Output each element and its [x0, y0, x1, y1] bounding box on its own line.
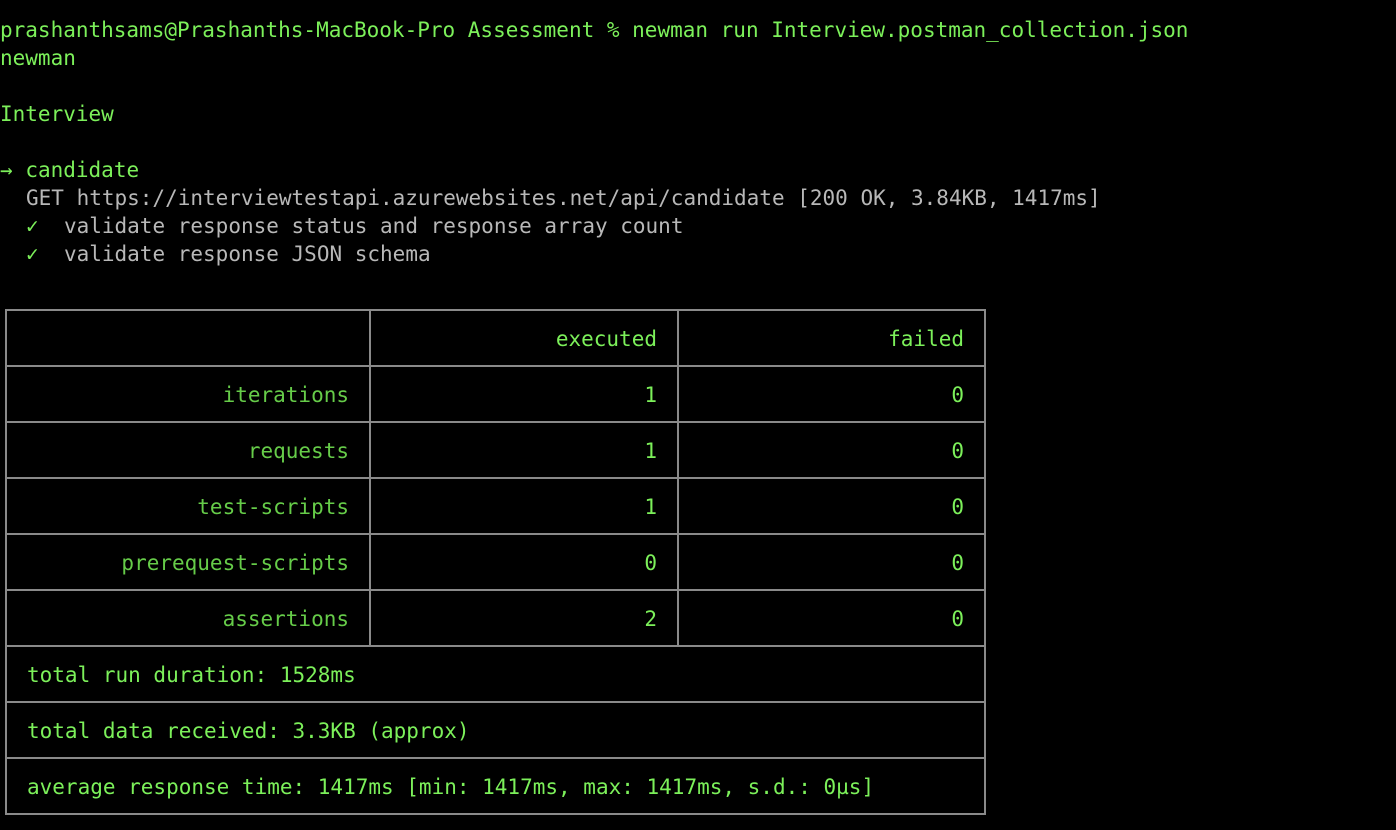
- command-prompt-line: prashanthsams@Prashanths-MacBook-Pro Ass…: [0, 18, 1189, 42]
- row-failed: 0: [677, 591, 984, 645]
- row-label: test-scripts: [197, 495, 349, 519]
- row-failed: 0: [677, 367, 984, 421]
- row-executed: 1: [369, 479, 677, 533]
- total-run-duration-row: total run duration: 1528ms: [7, 647, 984, 703]
- row-failed: 0: [677, 535, 984, 589]
- row-failed: 0: [677, 479, 984, 533]
- assertion-line: ✓ validate response JSON schema: [26, 240, 431, 268]
- row-executed: 2: [369, 591, 677, 645]
- row-label: prerequest-scripts: [121, 551, 349, 575]
- request-header-line: → candidate: [0, 156, 139, 184]
- row-label: assertions: [222, 607, 349, 631]
- total-data-received: total data received: 3.3KB (approx): [27, 719, 470, 743]
- row-failed: 0: [677, 423, 984, 477]
- tool-name-line: newman: [0, 46, 76, 70]
- assertion-text: validate response status and response ar…: [63, 214, 684, 238]
- table-row: requests 1 0: [7, 423, 984, 479]
- total-data-received-row: total data received: 3.3KB (approx): [7, 703, 984, 759]
- header-cell-failed: failed: [677, 311, 984, 365]
- table-row: prerequest-scripts 0 0: [7, 535, 984, 591]
- total-run-duration: total run duration: 1528ms: [27, 663, 356, 687]
- check-icon: ✓: [26, 242, 39, 266]
- row-label: iterations: [222, 383, 349, 407]
- request-url-line: GET https://interviewtestapi.azurewebsit…: [26, 186, 1101, 210]
- table-row: iterations 1 0: [7, 367, 984, 423]
- check-icon: ✓: [26, 214, 39, 238]
- table-row: assertions 2 0: [7, 591, 984, 647]
- row-executed: 0: [369, 535, 677, 589]
- summary-table: executed failed iterations 1 0 requests …: [5, 309, 986, 815]
- row-executed: 1: [369, 423, 677, 477]
- collection-name: Interview: [0, 102, 114, 126]
- arrow-icon: →: [0, 158, 13, 182]
- header-cell-executed: executed: [369, 311, 677, 365]
- average-response-time-row: average response time: 1417ms [min: 1417…: [7, 759, 984, 815]
- table-row: test-scripts 1 0: [7, 479, 984, 535]
- assertion-text: validate response JSON schema: [63, 242, 431, 266]
- table-header-row: executed failed: [7, 311, 984, 367]
- assertion-line: ✓ validate response status and response …: [26, 212, 683, 240]
- header-cell-label: [7, 311, 369, 365]
- terminal-window[interactable]: prashanthsams@Prashanths-MacBook-Pro Ass…: [0, 0, 1396, 830]
- request-name: candidate: [25, 158, 140, 182]
- row-executed: 1: [369, 367, 677, 421]
- row-label: requests: [247, 439, 349, 463]
- average-response-time: average response time: 1417ms [min: 1417…: [27, 775, 875, 799]
